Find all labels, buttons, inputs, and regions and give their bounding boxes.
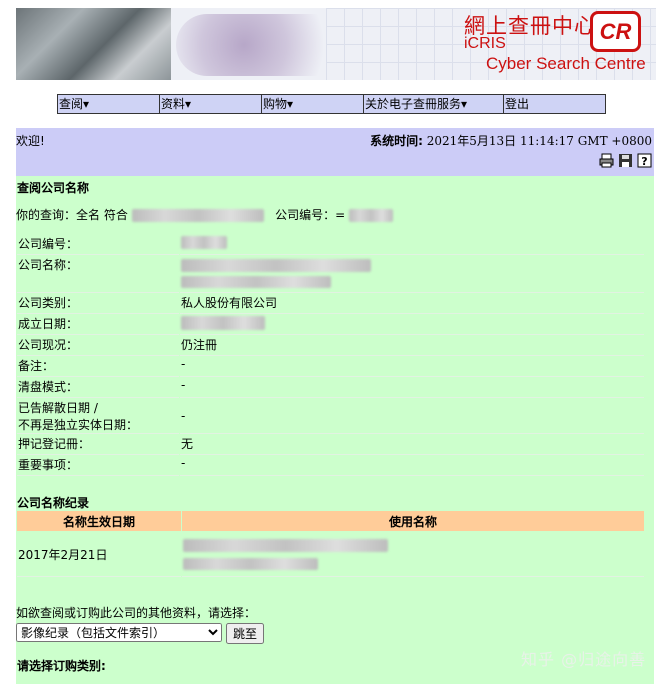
- toolbar-icons: ?: [599, 153, 652, 168]
- print-icon[interactable]: [599, 153, 614, 168]
- row-label: 公司名称：: [17, 256, 179, 293]
- table-row: 清盘模式： -: [17, 378, 644, 398]
- row-value: 私人股份有限公司: [180, 294, 644, 314]
- row-label: 已告解散日期 / 不再是独立实体日期：: [17, 399, 179, 434]
- redacted-value: [181, 276, 331, 288]
- redacted-value: [181, 236, 227, 249]
- table-row: 备注： -: [17, 357, 644, 377]
- system-time-label: 系统时间:: [370, 134, 423, 148]
- other-info-select[interactable]: 影像纪录（包括文件索引）: [16, 623, 222, 642]
- watermark: 知乎 @归途向善: [521, 650, 647, 669]
- redacted-value: [183, 558, 318, 570]
- name-history-table: 名称生效日期 使用名称 2017年2月21日: [16, 510, 645, 578]
- row-label-line1: 已告解散日期 /: [18, 401, 98, 415]
- row-label: 备注：: [17, 357, 179, 377]
- table-row: 公司类别： 私人股份有限公司: [17, 294, 644, 314]
- banner-subtitle: Cyber Search Centre: [486, 54, 646, 73]
- row-value: [180, 256, 644, 293]
- table-row: 公司现况： 仍注冊: [17, 336, 644, 356]
- row-label: 重要事项：: [17, 456, 179, 476]
- welcome-bar: 欢迎! 系统时间: 2021年5月13日 11:14:17 GMT +0800 …: [16, 128, 654, 176]
- name-used: [182, 532, 644, 577]
- other-info-prompt: 如欲查阅或订购此公司的其他资料，请选择：: [16, 606, 257, 620]
- banner-photo: [16, 8, 171, 80]
- row-label: 公司编号：: [17, 235, 179, 255]
- table-row: 成立日期：: [17, 315, 644, 335]
- table-row: 公司名称：: [17, 256, 644, 293]
- banner-title-en: iCRIS: [464, 35, 506, 52]
- site-banner: 網上查冊中心 iCRIS Cyber Search Centre CR: [16, 8, 656, 80]
- save-icon[interactable]: [618, 153, 633, 168]
- other-info-controls: 影像纪录（包括文件索引） 跳至: [16, 623, 265, 644]
- row-label: 成立日期：: [17, 315, 179, 335]
- row-label: 清盘模式：: [17, 378, 179, 398]
- name-history-heading: 公司名称纪录: [17, 496, 90, 510]
- cr-logo: CR: [590, 11, 641, 52]
- col-name-header: 使用名称: [182, 511, 644, 531]
- row-value: [180, 235, 644, 255]
- nav-logout[interactable]: 登出: [504, 95, 605, 113]
- row-value: [180, 315, 644, 335]
- svg-text:?: ?: [641, 155, 647, 168]
- help-icon[interactable]: ?: [637, 153, 652, 168]
- row-value: -: [180, 399, 644, 434]
- banner-graphic: [176, 14, 346, 76]
- company-no-label: 公司编号：: [275, 208, 336, 222]
- company-no-prefix: =: [335, 208, 346, 222]
- nav-shopping-menu[interactable]: 购物▾: [262, 95, 364, 113]
- redacted-name: [131, 209, 264, 222]
- row-label: 押记登记冊：: [17, 435, 179, 455]
- col-date-header: 名称生效日期: [17, 511, 181, 531]
- row-label: 公司现况：: [17, 336, 179, 356]
- system-time: 系统时间: 2021年5月13日 11:14:17 GMT +0800: [370, 132, 652, 149]
- row-value: -: [180, 357, 644, 377]
- table-row: 公司编号：: [17, 235, 644, 255]
- redacted-value: [183, 539, 388, 552]
- order-heading: 请选择订购类别:: [17, 659, 106, 673]
- table-row: 2017年2月21日: [17, 532, 644, 577]
- query-summary: 你的查询：全名 符合 公司编号：=: [16, 206, 394, 223]
- redacted-value: [181, 259, 371, 272]
- row-value: -: [180, 378, 644, 398]
- search-heading: 查阅公司名称: [17, 181, 90, 195]
- system-time-value: 2021年5月13日 11:14:17 GMT +0800: [426, 134, 652, 148]
- nav-about-menu[interactable]: 关於电子查冊服务▾: [364, 95, 504, 113]
- row-value: -: [180, 456, 644, 476]
- redacted-company-no: [349, 209, 394, 222]
- table-row: 重要事项： -: [17, 456, 644, 476]
- main-content: 查阅公司名称 你的查询：全名 符合 公司编号：= 公司编号： 公司名称： 公司类…: [16, 176, 654, 684]
- table-row: 押记登记冊：无: [17, 435, 644, 455]
- main-nav: 查阅▾ 资料▾ 购物▾ 关於电子查冊服务▾ 登出: [57, 94, 606, 114]
- table-row: 已告解散日期 / 不再是独立实体日期： -: [17, 399, 644, 434]
- table-header-row: 名称生效日期 使用名称: [17, 511, 644, 531]
- row-label-line2: 不再是独立实体日期：: [18, 418, 139, 432]
- welcome-text: 欢迎!: [16, 134, 45, 148]
- nav-info-menu[interactable]: 资料▾: [160, 95, 262, 113]
- row-value: 无: [180, 435, 644, 455]
- name-effective-date: 2017年2月21日: [17, 532, 181, 577]
- row-value: 仍注冊: [180, 336, 644, 356]
- go-button[interactable]: 跳至: [226, 623, 265, 644]
- query-label: 你的查询：全名 符合: [16, 208, 128, 222]
- company-info-table: 公司编号： 公司名称： 公司类别： 私人股份有限公司 成立日期： 公司现况： 仍注冊…: [16, 234, 645, 477]
- redacted-value: [181, 315, 265, 330]
- row-label: 公司类别：: [17, 294, 179, 314]
- nav-query-menu[interactable]: 查阅▾: [58, 95, 160, 113]
